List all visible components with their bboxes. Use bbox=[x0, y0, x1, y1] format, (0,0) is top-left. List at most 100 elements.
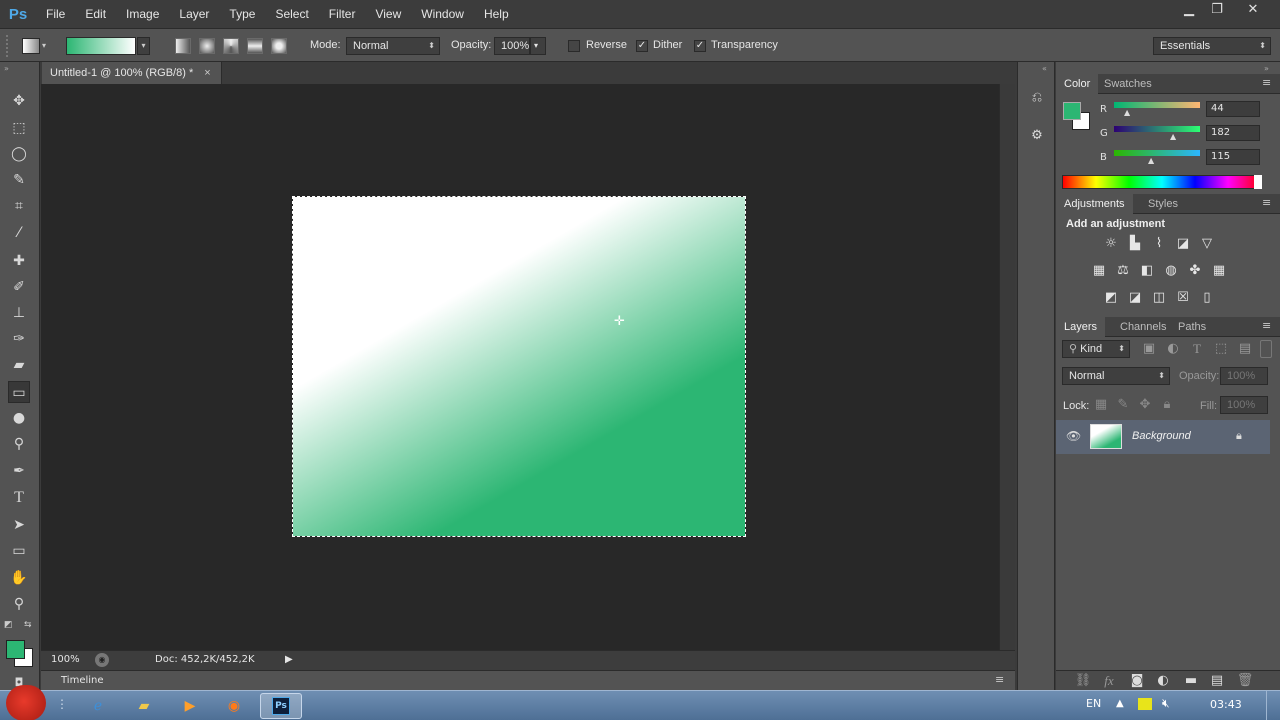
diamond-gradient-button[interactable] bbox=[271, 38, 287, 54]
channel-b-value[interactable]: 115 bbox=[1206, 149, 1260, 165]
fill-input[interactable]: 100% bbox=[1220, 396, 1268, 414]
tab-styles[interactable]: Styles bbox=[1140, 194, 1186, 214]
dither-checkbox[interactable]: ✓ bbox=[636, 40, 648, 52]
file-explorer-icon[interactable]: ▰ bbox=[132, 695, 156, 717]
firefox-icon[interactable]: ◉ bbox=[222, 695, 246, 717]
gradient-map-icon[interactable]: ▯ bbox=[1198, 289, 1216, 307]
collapse-strip-icon[interactable]: « bbox=[1042, 64, 1047, 73]
eyedropper-tool-icon[interactable]: ⁄ bbox=[8, 222, 30, 244]
collapse-panels-icon[interactable]: » bbox=[1264, 64, 1269, 73]
tray-notification-icon[interactable] bbox=[1138, 698, 1152, 710]
blend-mode-select[interactable]: Normal ⬍ bbox=[1062, 367, 1170, 385]
channel-mixer-icon[interactable]: ✤ bbox=[1186, 262, 1204, 280]
filter-smart-object-icon[interactable]: ▤ bbox=[1236, 340, 1254, 358]
color-spectrum-ramp[interactable] bbox=[1062, 175, 1262, 189]
color-balance-icon[interactable]: ⚖ bbox=[1114, 262, 1132, 280]
lock-all-icon[interactable]: 🔒︎ bbox=[1158, 396, 1176, 414]
black-white-icon[interactable]: ◧ bbox=[1138, 262, 1156, 280]
color-lookup-icon[interactable]: ▦ bbox=[1210, 262, 1228, 280]
menu-edit[interactable]: Edit bbox=[75, 0, 116, 28]
channel-g-value[interactable]: 182 bbox=[1206, 125, 1260, 141]
blur-tool-icon[interactable]: ● bbox=[8, 407, 30, 429]
clone-stamp-tool-icon[interactable]: ⊥ bbox=[8, 302, 30, 324]
status-info-icon[interactable]: ◉ bbox=[95, 653, 109, 667]
menu-file[interactable]: File bbox=[36, 0, 75, 28]
layer-lock-icon[interactable]: 🔒︎ bbox=[1236, 429, 1242, 443]
tab-paths[interactable]: Paths bbox=[1170, 317, 1214, 337]
tab-layers[interactable]: Layers bbox=[1056, 317, 1106, 337]
healing-brush-tool-icon[interactable]: ✚ bbox=[8, 250, 30, 272]
restore-button[interactable]: ❐ bbox=[1202, 0, 1232, 20]
lock-image-icon[interactable]: ✎ bbox=[1114, 396, 1132, 414]
internet-explorer-icon[interactable]: ℯ bbox=[86, 695, 110, 717]
eye-icon[interactable]: 👁︎ bbox=[1066, 429, 1081, 443]
angle-gradient-button[interactable] bbox=[223, 38, 239, 54]
filter-type-icon[interactable]: T bbox=[1188, 340, 1206, 358]
volume-muted-icon[interactable]: 🔇︎ bbox=[1162, 696, 1170, 711]
opacity-dropdown-arrow-icon[interactable]: ▾ bbox=[530, 37, 546, 55]
channel-b-slider[interactable] bbox=[1114, 150, 1200, 156]
color-panel-menu-icon[interactable]: ≡ bbox=[1262, 76, 1271, 89]
mode-select[interactable]: Normal ⬍ bbox=[346, 37, 440, 55]
quick-selection-tool-icon[interactable]: ✎ bbox=[8, 169, 30, 191]
brush-tool-icon[interactable]: ✐ bbox=[8, 276, 30, 298]
photo-filter-icon[interactable]: ◍ bbox=[1162, 262, 1180, 280]
panel-foreground-swatch[interactable] bbox=[1063, 102, 1081, 120]
menu-image[interactable]: Image bbox=[116, 0, 169, 28]
options-grip[interactable] bbox=[6, 35, 10, 57]
gradient-tool-preset-icon[interactable] bbox=[22, 38, 40, 54]
preset-dropdown-arrow-icon[interactable]: ▾ bbox=[42, 41, 46, 50]
language-indicator[interactable]: EN bbox=[1086, 697, 1101, 710]
close-button[interactable]: ✕ bbox=[1238, 0, 1268, 20]
path-selection-tool-icon[interactable]: ➤ bbox=[8, 514, 30, 536]
r-slider-thumb-icon[interactable]: ▲ bbox=[1124, 108, 1130, 117]
posterize-icon[interactable]: ◪ bbox=[1126, 289, 1144, 307]
clock[interactable]: 03:43 bbox=[1210, 698, 1242, 711]
canvas-gradient[interactable] bbox=[292, 196, 746, 537]
lock-transparent-icon[interactable]: ▦ bbox=[1092, 396, 1110, 414]
menu-layer[interactable]: Layer bbox=[169, 0, 219, 28]
linear-gradient-button[interactable] bbox=[175, 38, 191, 54]
marquee-tool-icon[interactable]: ⬚ bbox=[8, 117, 30, 139]
tab-adjustments[interactable]: Adjustments bbox=[1056, 194, 1133, 214]
layer-name[interactable]: Background bbox=[1132, 430, 1191, 442]
vibrance-icon[interactable]: ▽ bbox=[1198, 235, 1216, 253]
history-panel-icon[interactable]: ⎌ bbox=[1028, 90, 1046, 108]
move-tool-icon[interactable]: ✥ bbox=[8, 90, 30, 112]
default-colors-icon[interactable]: ◩ bbox=[4, 620, 13, 630]
gradient-tool-icon[interactable]: ▭ bbox=[8, 381, 30, 403]
show-desktop-button[interactable] bbox=[1266, 691, 1280, 720]
new-adjustment-layer-icon[interactable]: ◐ bbox=[1154, 672, 1172, 690]
tab-color[interactable]: Color bbox=[1056, 74, 1099, 94]
g-slider-thumb-icon[interactable]: ▲ bbox=[1170, 132, 1176, 141]
minimize-button[interactable]: ▁ bbox=[1174, 0, 1204, 20]
lock-position-icon[interactable]: ✥ bbox=[1136, 396, 1154, 414]
photoshop-taskbar-button[interactable]: Ps bbox=[260, 693, 302, 719]
tray-expand-icon[interactable]: ▲ bbox=[1116, 698, 1124, 709]
vertical-scrollbar[interactable] bbox=[999, 84, 1015, 650]
channel-r-value[interactable]: 44 bbox=[1206, 101, 1260, 117]
layer-row-background[interactable]: 👁︎ Background 🔒︎ bbox=[1056, 420, 1270, 454]
brightness-contrast-icon[interactable]: ☼ bbox=[1102, 235, 1120, 253]
history-brush-tool-icon[interactable]: ✑ bbox=[8, 328, 30, 350]
document-tab-close-icon[interactable]: × bbox=[204, 67, 210, 79]
filter-toggle-switch[interactable] bbox=[1260, 340, 1272, 358]
document-tab[interactable]: Untitled-1 @ 100% (RGB/8) * × bbox=[42, 62, 222, 84]
add-mask-icon[interactable]: ◙ bbox=[1128, 672, 1146, 690]
start-button-icon[interactable] bbox=[6, 685, 46, 720]
swap-colors-icon[interactable]: ⇆ bbox=[24, 620, 32, 630]
ramp-white-swatch[interactable] bbox=[1254, 175, 1262, 189]
new-layer-icon[interactable]: ▤ bbox=[1208, 672, 1226, 690]
pen-tool-icon[interactable]: ✒ bbox=[8, 460, 30, 482]
threshold-icon[interactable]: ◫ bbox=[1150, 289, 1168, 307]
lasso-tool-icon[interactable]: ◯ bbox=[8, 143, 30, 165]
new-group-icon[interactable]: ▬ bbox=[1182, 672, 1200, 690]
b-slider-thumb-icon[interactable]: ▲ bbox=[1148, 156, 1154, 165]
zoom-level[interactable]: 100% bbox=[51, 654, 80, 665]
gradient-picker-arrow-icon[interactable]: ▾ bbox=[137, 37, 150, 55]
layer-style-icon[interactable]: fx bbox=[1100, 672, 1118, 690]
layer-opacity-input[interactable]: 100% bbox=[1220, 367, 1268, 385]
radial-gradient-button[interactable] bbox=[199, 38, 215, 54]
exposure-icon[interactable]: ◪ bbox=[1174, 235, 1192, 253]
opacity-input[interactable]: 100% bbox=[494, 37, 530, 55]
